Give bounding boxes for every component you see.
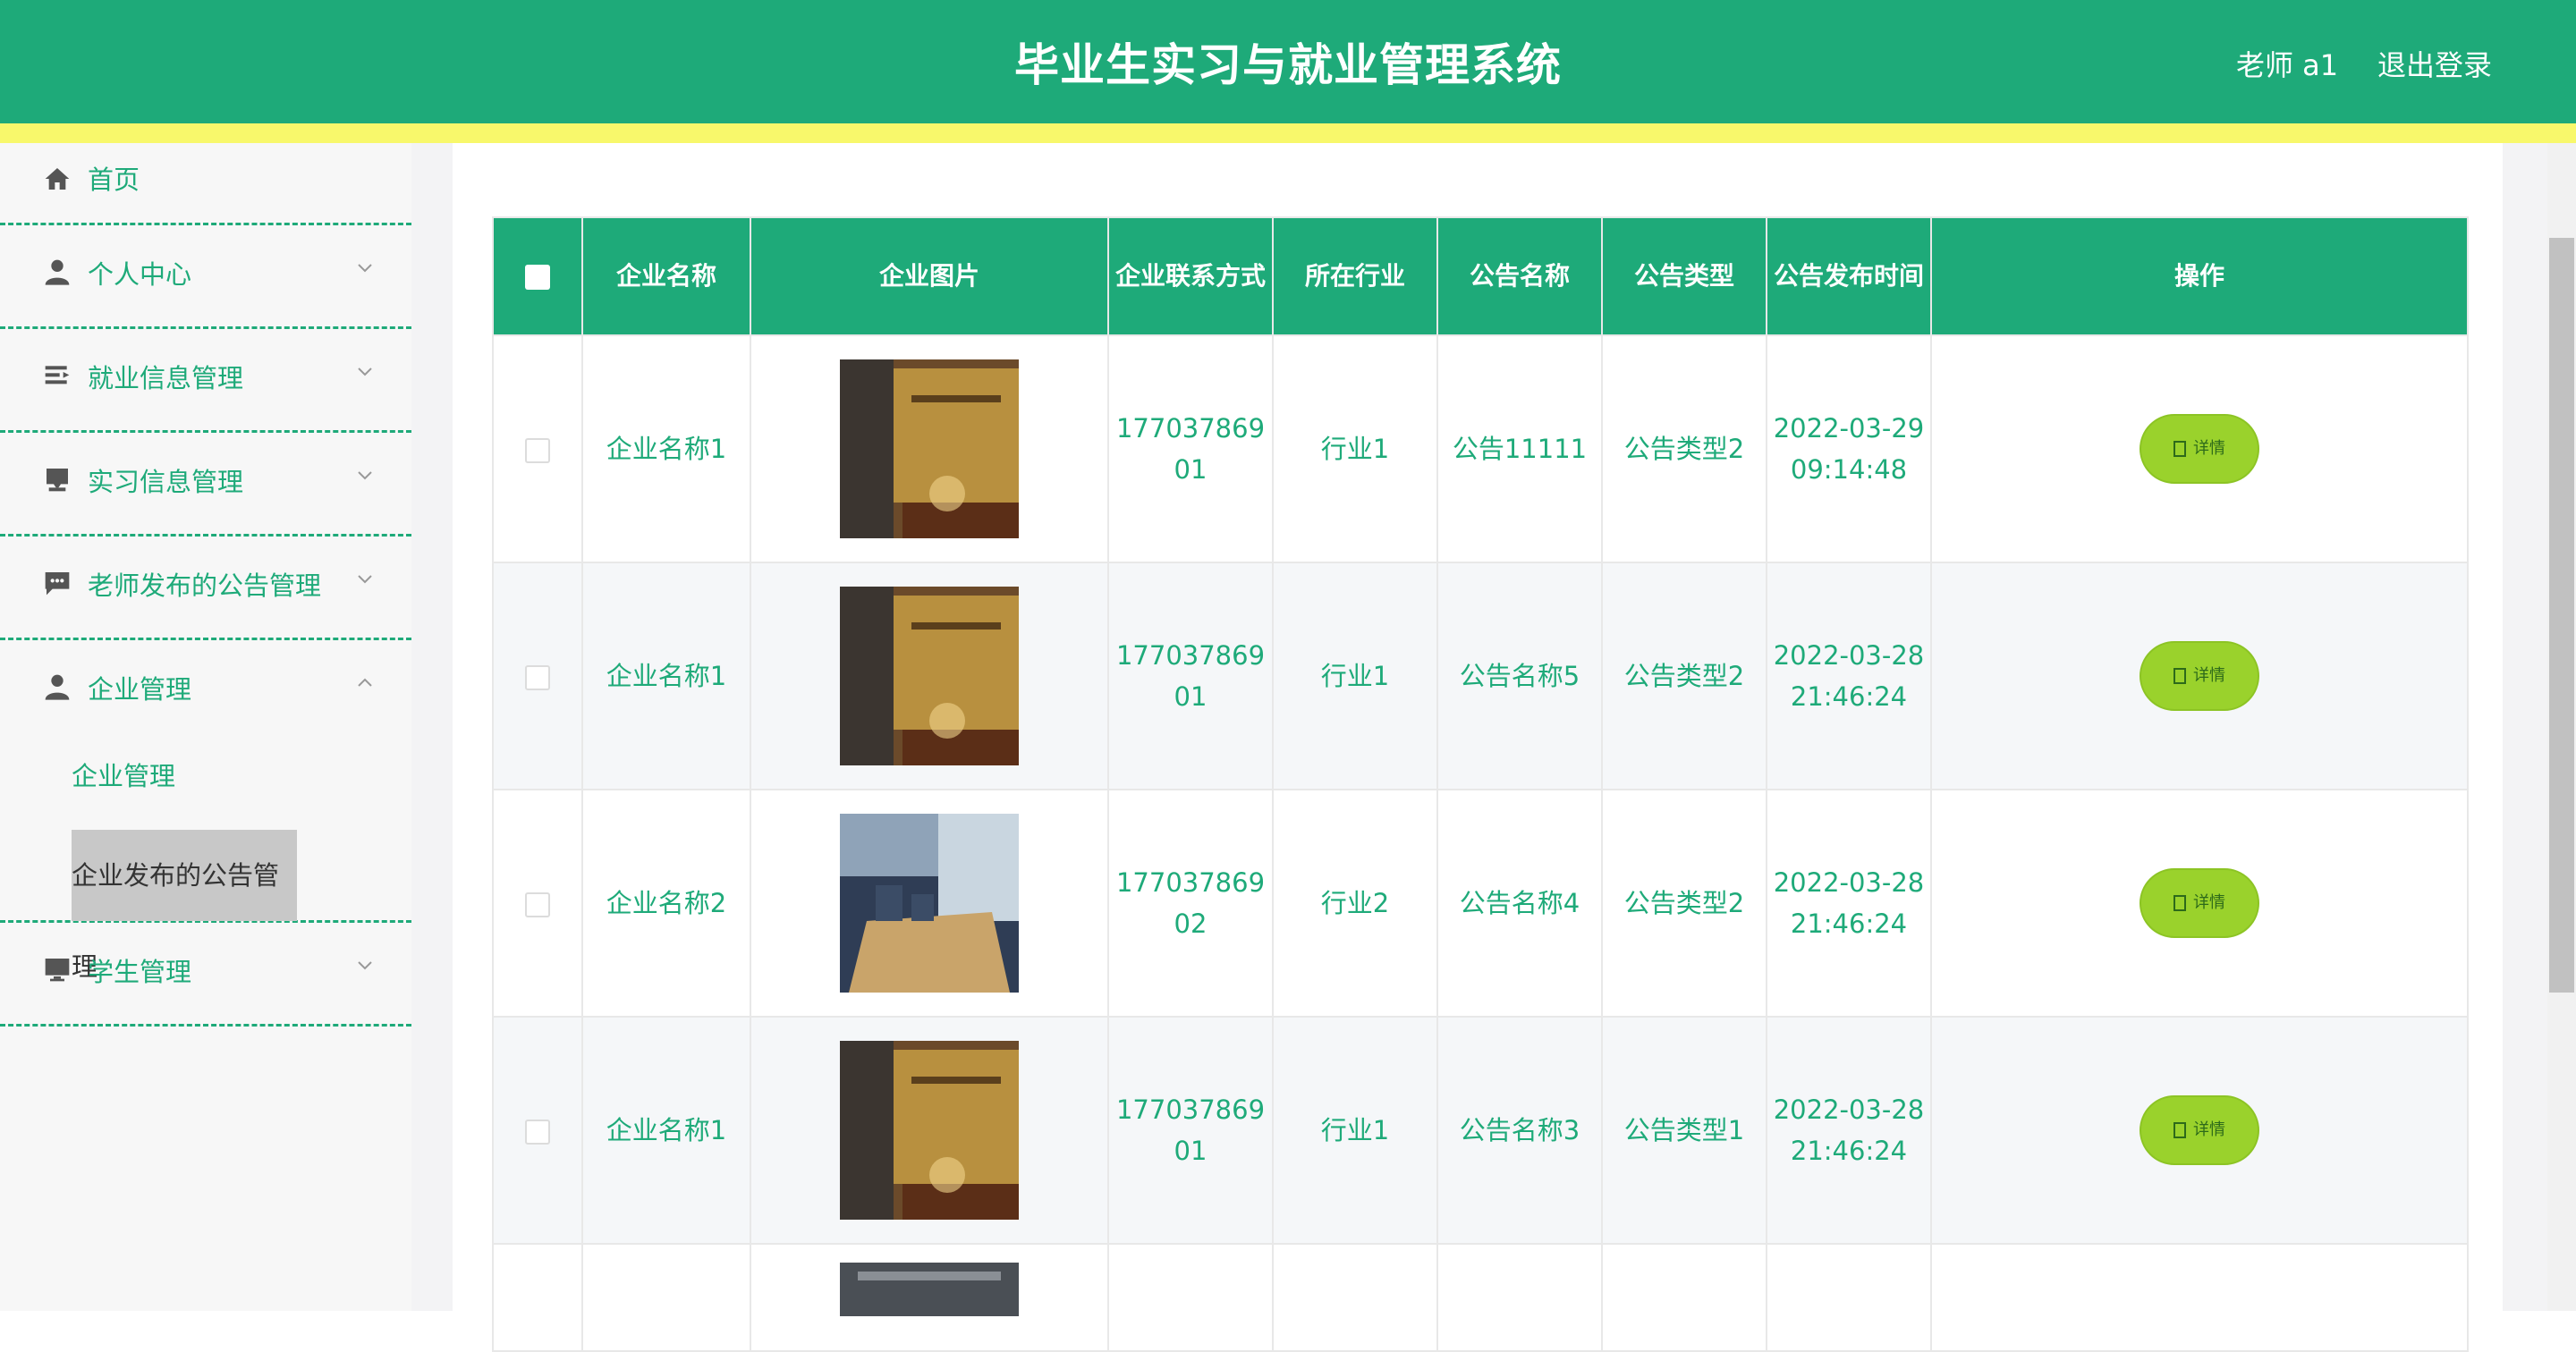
column-header: 企业名称: [581, 216, 751, 336]
notice-name-cell: 公告11111: [1436, 334, 1603, 563]
company-name-cell: 企业名称2: [581, 789, 751, 1018]
sidebar-item-internship-info[interactable]: 实习信息管理: [0, 433, 411, 537]
details-button[interactable]: 详情: [2140, 868, 2259, 938]
document-icon: [2174, 668, 2186, 684]
top-header: 毕业生实习与就业管理系统 老师 a1 退出登录: [0, 0, 2576, 123]
document-icon: [2174, 1122, 2186, 1138]
column-header: 公告名称: [1436, 216, 1603, 336]
notice-name-cell: 公告名称3: [1436, 1016, 1603, 1245]
lobby-photo: [840, 359, 1019, 538]
column-header: 公告发布时间: [1766, 216, 1932, 336]
chevron-down-icon: [358, 264, 372, 273]
monitor-icon: [45, 959, 70, 982]
office-photo: [840, 1263, 1019, 1316]
column-header: 企业联系方式: [1107, 216, 1274, 336]
sidebar-item-label: 实习信息管理: [88, 467, 244, 497]
lobby-photo: [840, 1041, 1019, 1220]
notice-name-cell: 公告名称4: [1436, 789, 1603, 1018]
column-header: 公告类型: [1601, 216, 1767, 336]
chevron-down-icon: [358, 368, 372, 376]
table-row: 企业名称2 17703786902 行业2 公告名称4 公告类型2 2022-0…: [492, 789, 2469, 1018]
industry-cell: 行业1: [1272, 1016, 1438, 1245]
chat-icon: [45, 572, 70, 596]
inbox-icon: [47, 469, 68, 492]
sidebar-item-label: 首页: [88, 165, 140, 195]
row-checkbox[interactable]: [525, 1120, 550, 1145]
sidebar-item-label: 学生管理: [88, 957, 192, 987]
select-all-header[interactable]: [492, 216, 583, 336]
table-header-row: 企业名称 企业图片 企业联系方式 所在行业 公告名称 公告类型 公告发布时间 操…: [492, 216, 2469, 336]
chevron-down-icon: [358, 575, 372, 584]
sidebar-item-label: 个人中心: [88, 259, 192, 290]
industry-cell: 行业2: [1272, 789, 1438, 1018]
contact-cell: 17703786902: [1107, 789, 1274, 1018]
sidebar-item-home[interactable]: 首页: [0, 143, 411, 225]
sidebar-item-label: 老师发布的公告管理: [88, 570, 322, 601]
contact-cell: 17703786901: [1107, 1016, 1274, 1245]
sidebar: 首页 个人中心 就业信息管理 实习信息管理 老师发布的公告管理 企业管理 企业管…: [0, 143, 411, 1311]
row-checkbox[interactable]: [525, 665, 550, 690]
row-checkbox[interactable]: [525, 892, 550, 917]
notice-type-cell: 公告类型2: [1601, 334, 1767, 563]
notice-type-cell: 公告类型2: [1601, 789, 1767, 1018]
table-row: 企业名称1 17703786901 行业1 公告11111 公告类型2 2022…: [492, 334, 2469, 563]
row-checkbox[interactable]: [525, 438, 550, 463]
document-icon: [2174, 895, 2186, 911]
company-name-cell: 企业名称1: [581, 562, 751, 790]
column-header: 所在行业: [1272, 216, 1438, 336]
company-name-cell: 企业名称1: [581, 1016, 751, 1245]
publish-time-cell: 2022-03-28 21:46:24: [1766, 562, 1932, 790]
sidebar-item-personal-center[interactable]: 个人中心: [0, 225, 411, 329]
list-icon: [45, 366, 70, 384]
chevron-up-icon: [358, 678, 372, 687]
details-button[interactable]: 详情: [2140, 414, 2259, 484]
chevron-down-icon: [358, 961, 372, 970]
notice-type-cell: 公告类型2: [1601, 562, 1767, 790]
contact-cell: 17703786901: [1107, 334, 1274, 563]
industry-cell: 行业1: [1272, 562, 1438, 790]
sidebar-item-label: 企业管理: [88, 674, 192, 705]
notices-table: 企业名称 企业图片 企业联系方式 所在行业 公告名称 公告类型 公告发布时间 操…: [492, 216, 2469, 1352]
submenu-item-enterprise-management[interactable]: 企业管理: [72, 749, 175, 803]
header-accent-strip: [0, 123, 2576, 143]
contact-cell: 17703786901: [1107, 562, 1274, 790]
publish-time-cell: 2022-03-28 21:46:24: [1766, 789, 1932, 1018]
home-icon: [45, 168, 70, 190]
industry-cell: 行业1: [1272, 334, 1438, 563]
sidebar-item-employment-info[interactable]: 就业信息管理: [0, 329, 411, 433]
sidebar-item-label: 就业信息管理: [88, 363, 244, 393]
user-icon: [45, 674, 70, 700]
sidebar-item-teacher-notices[interactable]: 老师发布的公告管理: [0, 537, 411, 640]
document-icon: [2174, 441, 2186, 457]
notice-type-cell: 公告类型1: [1601, 1016, 1767, 1245]
select-all-checkbox[interactable]: [525, 265, 550, 290]
publish-time-cell: 2022-03-28 21:46:24: [1766, 1016, 1932, 1245]
current-user: 老师 a1: [2236, 48, 2339, 82]
table-row: 企业名称1 17703786901 行业1 公告名称5 公告类型2 2022-0…: [492, 562, 2469, 790]
logout-link[interactable]: 退出登录: [2377, 43, 2492, 84]
column-header: 操作: [1930, 216, 2469, 336]
chevron-down-icon: [358, 471, 372, 480]
submenu-item-enterprise-notices[interactable]: 企业发布的公告管理: [72, 830, 297, 982]
column-header: 企业图片: [750, 216, 1109, 336]
details-button[interactable]: 详情: [2140, 1095, 2259, 1165]
company-name-cell: 企业名称1: [581, 334, 751, 563]
page-scrollbar-thumb[interactable]: [2549, 238, 2574, 993]
publish-time-cell: 2022-03-29 09:14:48: [1766, 334, 1932, 563]
table-row: 企业名称1 17703786901 行业1 公告名称3 公告类型1 2022-0…: [492, 1016, 2469, 1245]
user-icon: [45, 259, 70, 285]
details-button[interactable]: 详情: [2140, 641, 2259, 711]
app-title: 毕业生实习与就业管理系统: [1014, 39, 1562, 91]
table-row: [492, 1243, 2469, 1352]
lobby-photo: [840, 587, 1019, 765]
sidebar-item-student-management[interactable]: 学生管理: [0, 923, 411, 1027]
notice-name-cell: 公告名称5: [1436, 562, 1603, 790]
office-photo: [840, 814, 1019, 993]
